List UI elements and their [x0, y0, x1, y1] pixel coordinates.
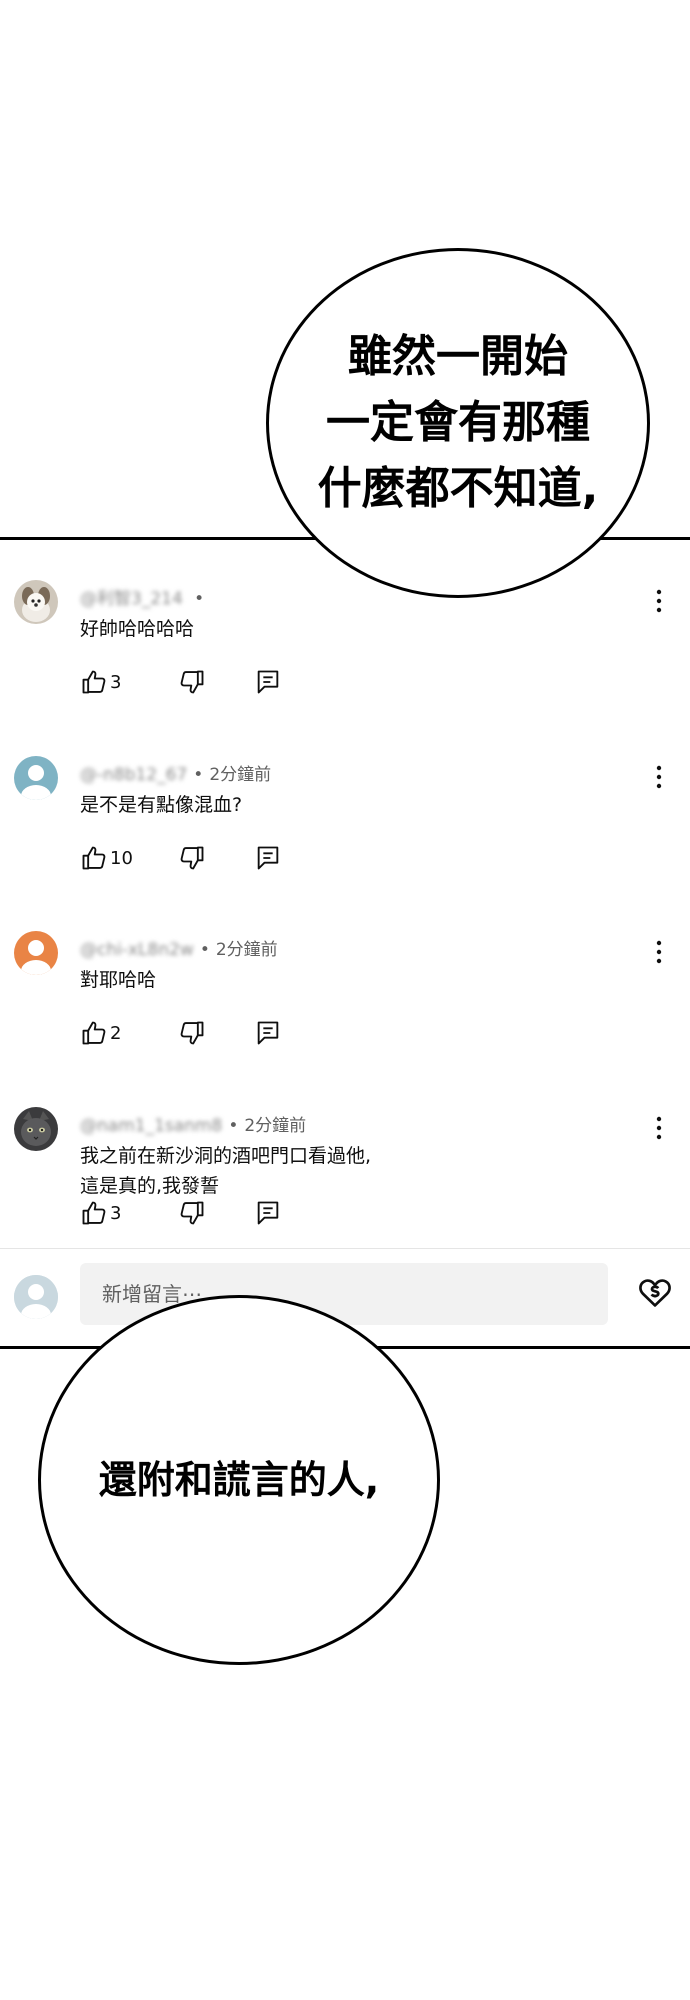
- comment-time: 2分鐘前: [244, 1116, 307, 1136]
- like-button[interactable]: 2: [80, 1019, 140, 1047]
- comment-text: 是不是有點像混血?: [80, 794, 243, 816]
- meta-separator: •: [199, 940, 210, 960]
- reply-icon: [257, 1201, 279, 1225]
- speech-bubble-bottom-text: 還附和謊言的人,: [98, 1458, 380, 1502]
- comment-text: 好帥哈哈哈哈: [80, 618, 195, 640]
- more-options-icon[interactable]: [648, 939, 670, 969]
- user-avatar-dog[interactable]: [14, 580, 58, 624]
- reply-icon: [257, 1021, 279, 1045]
- comments-panel: @利智3_214 • 好帥哈哈哈哈 3 @-n8b12_67 • 2分鐘前 是不…: [0, 537, 690, 1349]
- reply-icon: [257, 670, 279, 694]
- comment-meta: @chi-xL8n2w • 2分鐘前: [80, 935, 278, 960]
- dislike-button[interactable]: [178, 844, 206, 872]
- like-count: 2: [110, 1022, 122, 1044]
- meta-separator: •: [193, 765, 204, 785]
- thumbs-up-icon: [82, 846, 106, 870]
- reply-button[interactable]: [254, 668, 282, 696]
- thumbs-down-icon: [180, 846, 204, 870]
- more-options-icon[interactable]: [648, 588, 670, 618]
- comment-actions: 3: [80, 1197, 282, 1229]
- comment-time: 2分鐘前: [209, 765, 272, 785]
- meta-separator: •: [228, 1116, 239, 1136]
- like-button[interactable]: 10: [80, 844, 140, 872]
- more-options-icon[interactable]: [648, 764, 670, 794]
- comment-item: @nam1_1sanm8 • 2分鐘前 我之前在新沙洞的酒吧門口看過他, 這是真的,…: [0, 1107, 690, 1267]
- speech-bubble-top: 雖然一開始 一定會有那種 什麼都不知道,: [266, 248, 650, 598]
- comment-handle[interactable]: @利智3_214: [80, 589, 183, 609]
- like-count: 10: [110, 847, 133, 869]
- thumbs-down-icon: [180, 1021, 204, 1045]
- speech-bubble-bottom: 還附和謊言的人,: [38, 1295, 440, 1665]
- super-thanks-heart-dollar-icon: [639, 1279, 671, 1307]
- thumbs-up-icon: [82, 1021, 106, 1045]
- comment-actions: 10: [80, 842, 282, 874]
- thumbs-down-icon: [180, 670, 204, 694]
- speech-bubble-top-text: 雖然一開始 一定會有那種 什麼都不知道,: [317, 331, 599, 514]
- reply-button[interactable]: [254, 1019, 282, 1047]
- my-avatar: [14, 1275, 58, 1319]
- like-button[interactable]: 3: [80, 1199, 140, 1227]
- reply-button[interactable]: [254, 1199, 282, 1227]
- comment-item: @chi-xL8n2w • 2分鐘前 對耶哈哈 2: [0, 931, 690, 1091]
- thumbs-up-icon: [82, 1201, 106, 1225]
- meta-separator: •: [188, 589, 205, 609]
- thumbs-up-icon: [82, 670, 106, 694]
- super-thanks-button[interactable]: [636, 1273, 674, 1315]
- thumbs-down-icon: [180, 1201, 204, 1225]
- comment-handle[interactable]: @chi-xL8n2w: [80, 940, 194, 960]
- comment-actions: 2: [80, 1017, 282, 1049]
- comment-meta: @nam1_1sanm8 • 2分鐘前: [80, 1111, 306, 1136]
- dislike-button[interactable]: [178, 668, 206, 696]
- reply-button[interactable]: [254, 844, 282, 872]
- comment-time: 2分鐘前: [215, 940, 278, 960]
- more-options-icon[interactable]: [648, 1115, 670, 1145]
- reply-icon: [257, 846, 279, 870]
- comment-handle[interactable]: @-n8b12_67: [80, 765, 187, 785]
- comment-text: 我之前在新沙洞的酒吧門口看過他, 這是真的,我發誓: [80, 1145, 372, 1197]
- comment-handle[interactable]: @nam1_1sanm8: [80, 1116, 222, 1136]
- comment-meta: @-n8b12_67 • 2分鐘前: [80, 760, 271, 785]
- dislike-button[interactable]: [178, 1019, 206, 1047]
- dislike-button[interactable]: [178, 1199, 206, 1227]
- user-avatar-default[interactable]: [14, 931, 58, 975]
- comment-item: @-n8b12_67 • 2分鐘前 是不是有點像混血? 10: [0, 756, 690, 916]
- like-count: 3: [110, 671, 122, 693]
- like-count: 3: [110, 1202, 122, 1224]
- comment-text: 對耶哈哈: [80, 969, 157, 991]
- user-avatar-cat[interactable]: [14, 1107, 58, 1151]
- user-avatar-default[interactable]: [14, 756, 58, 800]
- comment-item: @利智3_214 • 好帥哈哈哈哈 3: [0, 580, 690, 740]
- comment-meta: @利智3_214 •: [80, 584, 210, 609]
- like-button[interactable]: 3: [80, 668, 140, 696]
- comment-actions: 3: [80, 666, 282, 698]
